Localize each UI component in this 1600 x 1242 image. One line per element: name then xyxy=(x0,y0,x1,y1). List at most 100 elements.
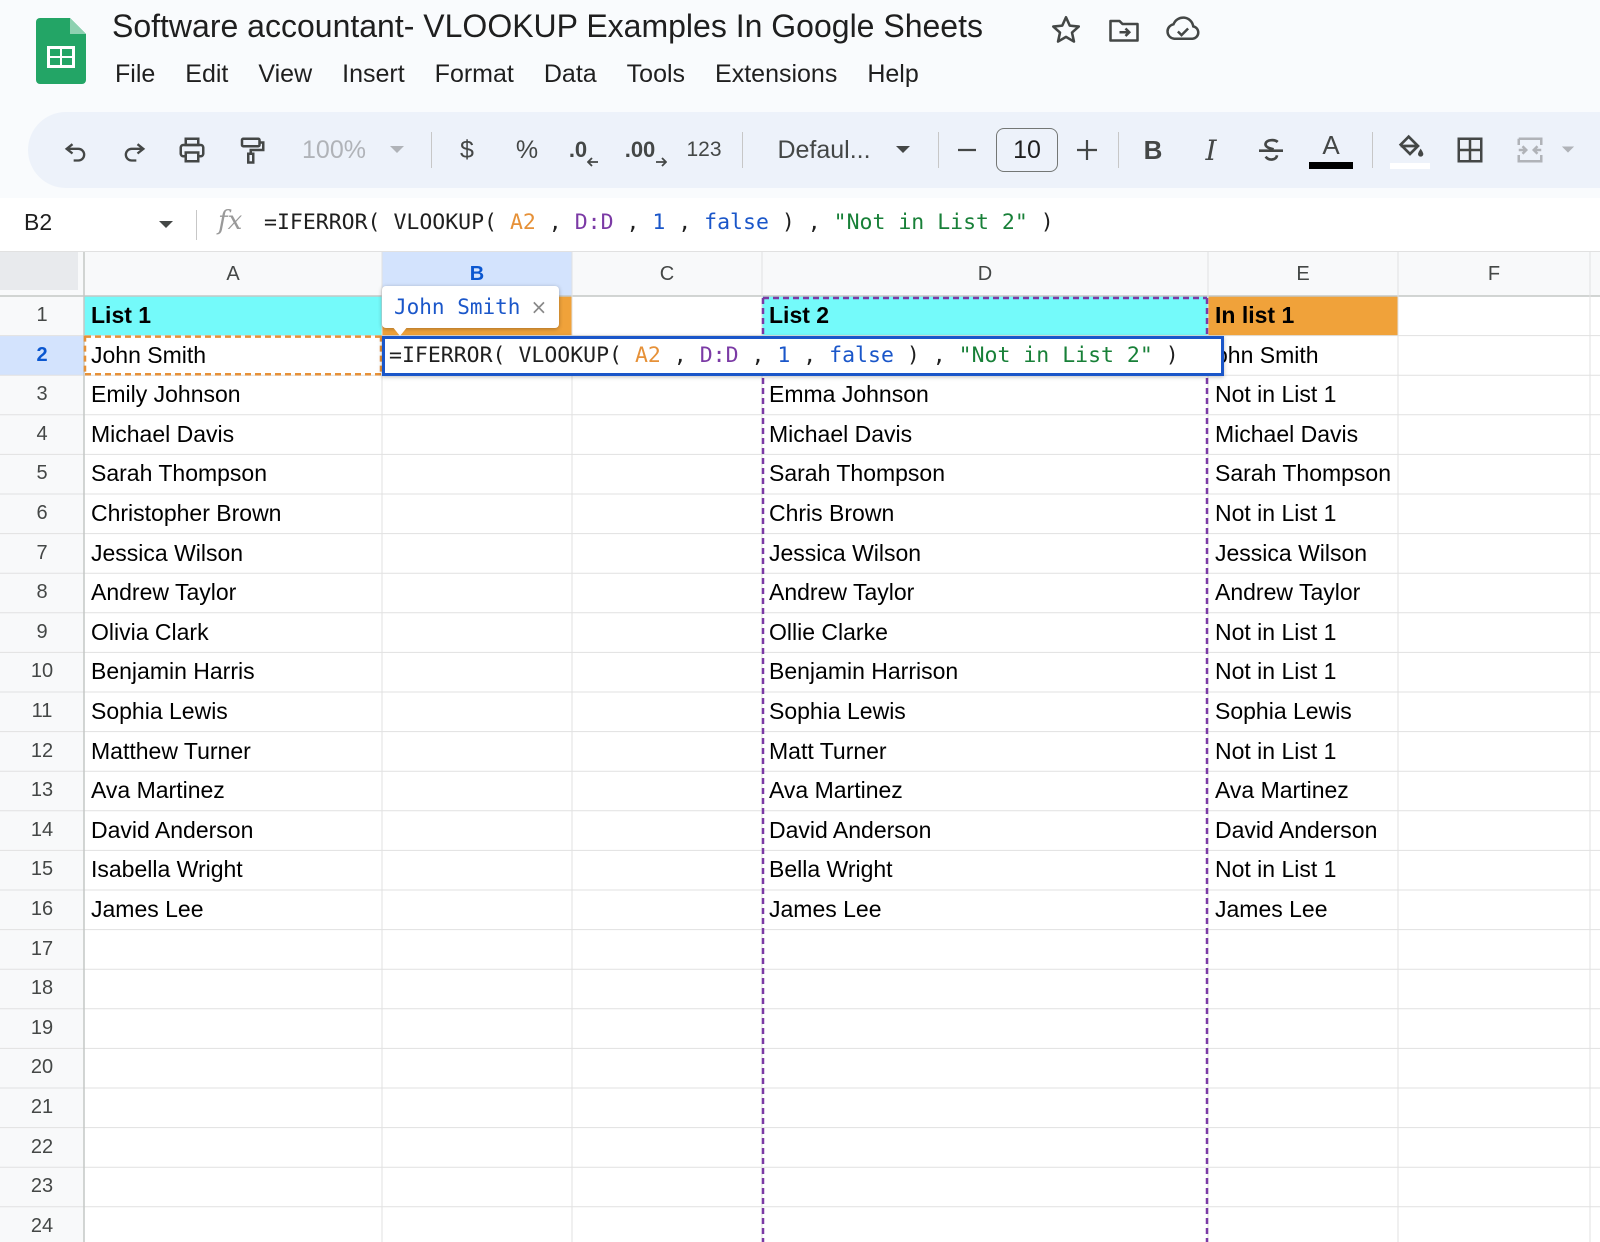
cell-e12[interactable]: Not in List 1 xyxy=(1208,732,1398,771)
cell-a12[interactable]: Matthew Turner xyxy=(84,732,382,771)
cell-a10[interactable]: Benjamin Harris xyxy=(84,652,382,691)
cell-e16[interactable]: James Lee xyxy=(1208,890,1398,929)
undo-icon[interactable] xyxy=(56,112,96,188)
cell-e13[interactable]: Ava Martinez xyxy=(1208,771,1398,810)
column-header-f[interactable]: F xyxy=(1398,252,1590,296)
row-header-10[interactable]: 10 xyxy=(0,652,84,692)
move-to-folder-icon[interactable] xyxy=(1106,12,1142,48)
menu-tools[interactable]: Tools xyxy=(612,56,700,92)
currency-format-button[interactable]: $ xyxy=(452,112,482,188)
increase-font-size-icon[interactable] xyxy=(1072,112,1102,188)
row-header-13[interactable]: 13 xyxy=(0,771,84,811)
cell-e1[interactable]: In list 1 xyxy=(1208,296,1398,335)
cell-d13[interactable]: Ava Martinez xyxy=(762,771,1208,810)
cell-d10[interactable]: Benjamin Harrison xyxy=(762,652,1208,691)
row-header-7[interactable]: 7 xyxy=(0,534,84,574)
cell-e9[interactable]: Not in List 1 xyxy=(1208,613,1398,652)
cell-d11[interactable]: Sophia Lewis xyxy=(762,692,1208,731)
row-header-12[interactable]: 12 xyxy=(0,732,84,772)
cell-d1[interactable]: List 2 xyxy=(762,296,1208,335)
paint-format-icon[interactable] xyxy=(232,112,272,188)
row-header-17[interactable]: 17 xyxy=(0,930,84,970)
row-header-1[interactable]: 1 xyxy=(0,296,84,336)
increase-decimal-button[interactable]: .00 xyxy=(624,112,668,188)
row-header-24[interactable]: 24 xyxy=(0,1207,84,1242)
menu-help[interactable]: Help xyxy=(852,56,933,92)
close-icon[interactable]: × xyxy=(530,295,547,319)
cell-d6[interactable]: Chris Brown xyxy=(762,494,1208,533)
cell-a15[interactable]: Isabella Wright xyxy=(84,850,382,889)
column-header-a[interactable]: A xyxy=(84,252,382,296)
row-header-4[interactable]: 4 xyxy=(0,415,84,455)
menu-extensions[interactable]: Extensions xyxy=(700,56,852,92)
text-color-button[interactable]: A xyxy=(1308,112,1354,188)
percent-format-button[interactable]: % xyxy=(510,112,544,188)
borders-icon[interactable] xyxy=(1450,112,1490,188)
cell-e15[interactable]: Not in List 1 xyxy=(1208,850,1398,889)
cell-e6[interactable]: Not in List 1 xyxy=(1208,494,1398,533)
fill-color-icon[interactable] xyxy=(1388,112,1432,188)
document-title[interactable]: Software accountant- VLOOKUP Examples In… xyxy=(112,8,983,45)
cell-a6[interactable]: Christopher Brown xyxy=(84,494,382,533)
cell-d9[interactable]: Ollie Clarke xyxy=(762,613,1208,652)
star-icon[interactable] xyxy=(1048,12,1084,48)
cell-e10[interactable]: Not in List 1 xyxy=(1208,652,1398,691)
cell-a7[interactable]: Jessica Wilson xyxy=(84,534,382,573)
font-family-select[interactable]: Defaul... xyxy=(764,112,884,188)
cell-d8[interactable]: Andrew Taylor xyxy=(762,573,1208,612)
row-header-14[interactable]: 14 xyxy=(0,811,84,851)
row-header-18[interactable]: 18 xyxy=(0,969,84,1009)
cell-d14[interactable]: David Anderson xyxy=(762,811,1208,850)
row-header-11[interactable]: 11 xyxy=(0,692,84,732)
row-header-3[interactable]: 3 xyxy=(0,375,84,415)
column-header-c[interactable]: C xyxy=(572,252,762,296)
menu-edit[interactable]: Edit xyxy=(170,56,243,92)
cell-e4[interactable]: Michael Davis xyxy=(1208,415,1398,454)
row-header-16[interactable]: 16 xyxy=(0,890,84,930)
menu-data[interactable]: Data xyxy=(529,56,612,92)
cell-a3[interactable]: Emily Johnson xyxy=(84,375,382,414)
cell-a14[interactable]: David Anderson xyxy=(84,811,382,850)
cell-a1[interactable]: List 1 xyxy=(84,296,382,335)
name-box-dropdown-icon[interactable] xyxy=(158,220,174,230)
row-header-19[interactable]: 19 xyxy=(0,1009,84,1049)
cell-e5[interactable]: Sarah Thompson xyxy=(1208,454,1398,493)
cell-a11[interactable]: Sophia Lewis xyxy=(84,692,382,731)
bold-button[interactable]: B xyxy=(1136,112,1170,188)
cell-a13[interactable]: Ava Martinez xyxy=(84,771,382,810)
decrease-decimal-button[interactable]: .0 xyxy=(564,112,604,188)
menu-insert[interactable]: Insert xyxy=(327,56,420,92)
spreadsheet-grid[interactable]: A B C D E F 1 2 3 4 5 6 7 8 9 10 11 12 13 14 15 16 17 18 19 20 21 2… xyxy=(0,252,1600,1242)
cell-a9[interactable]: Olivia Clark xyxy=(84,613,382,652)
print-icon[interactable] xyxy=(172,112,212,188)
menu-view[interactable]: View xyxy=(243,56,327,92)
cell-e2[interactable]: ohn Smith xyxy=(1208,336,1398,375)
reference-chip[interactable]: John Smith × xyxy=(382,286,560,328)
cell-a4[interactable]: Michael Davis xyxy=(84,415,382,454)
cell-a16[interactable]: James Lee xyxy=(84,890,382,929)
cell-editor[interactable]: =IFERROR( VLOOKUP( A2 , D:D , 1 , false … xyxy=(382,336,1224,376)
merge-dropdown-arrow-icon[interactable] xyxy=(1558,112,1578,188)
cell-a8[interactable]: Andrew Taylor xyxy=(84,573,382,612)
name-box[interactable]: B2 xyxy=(0,198,196,252)
cell-d3[interactable]: Emma Johnson xyxy=(762,375,1208,414)
cell-d5[interactable]: Sarah Thompson xyxy=(762,454,1208,493)
merge-cells-icon[interactable] xyxy=(1510,112,1550,188)
row-header-15[interactable]: 15 xyxy=(0,850,84,890)
cell-d16[interactable]: James Lee xyxy=(762,890,1208,929)
row-header-23[interactable]: 23 xyxy=(0,1167,84,1207)
cell-d12[interactable]: Matt Turner xyxy=(762,732,1208,771)
column-header-d[interactable]: D xyxy=(762,252,1208,296)
font-dropdown-arrow-icon[interactable] xyxy=(888,112,918,188)
menu-file[interactable]: File xyxy=(100,56,170,92)
decrease-font-size-icon[interactable] xyxy=(952,112,982,188)
row-header-21[interactable]: 21 xyxy=(0,1088,84,1128)
cell-a2[interactable]: John Smith xyxy=(84,336,382,375)
row-header-20[interactable]: 20 xyxy=(0,1048,84,1088)
sheets-logo-icon[interactable] xyxy=(36,18,86,84)
cell-d7[interactable]: Jessica Wilson xyxy=(762,534,1208,573)
cell-e3[interactable]: Not in List 1 xyxy=(1208,375,1398,414)
name-box-value[interactable]: B2 xyxy=(24,209,52,236)
cloud-saved-icon[interactable] xyxy=(1164,12,1200,48)
menu-format[interactable]: Format xyxy=(420,56,529,92)
